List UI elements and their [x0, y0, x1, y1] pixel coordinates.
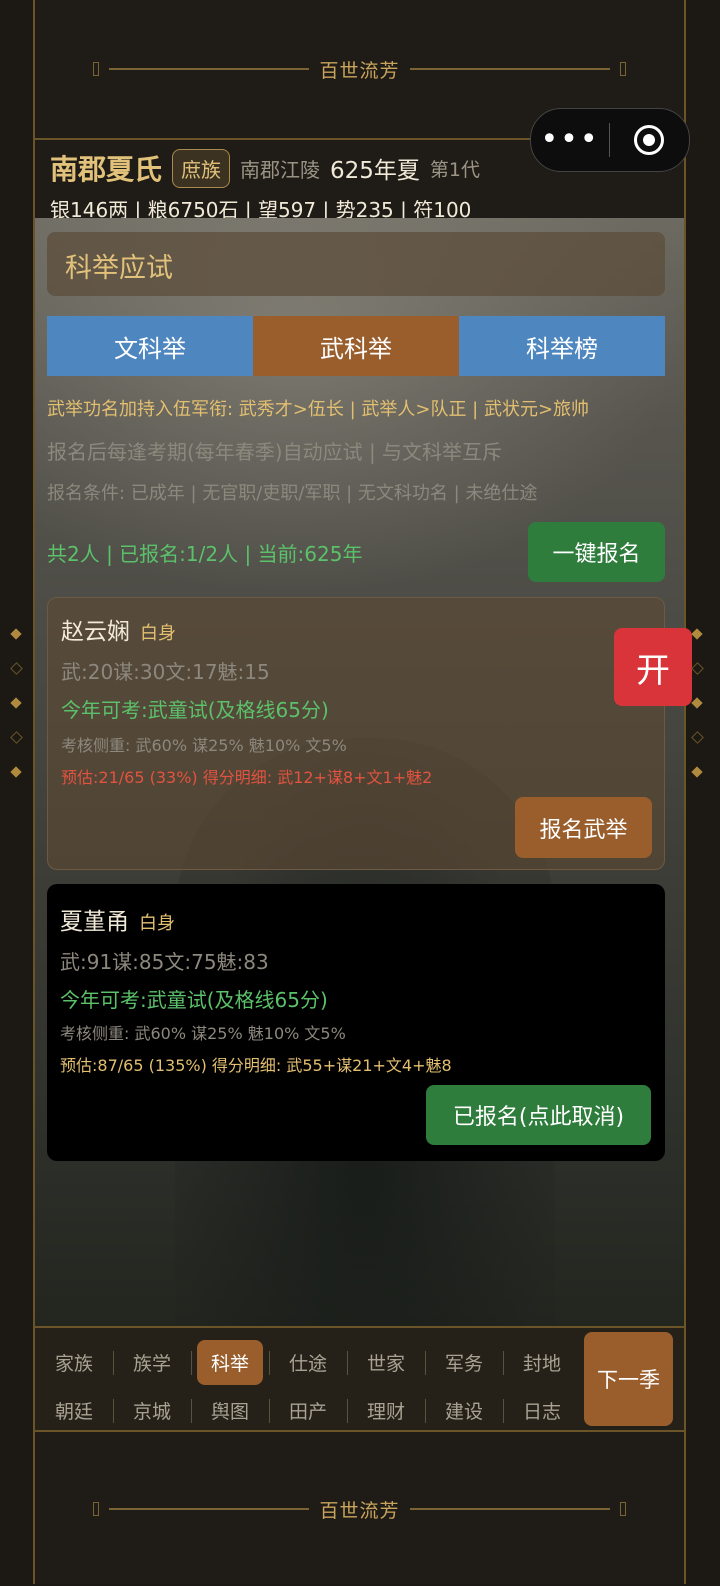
target-icon [634, 125, 664, 155]
nav-noble-houses[interactable]: 世家 [347, 1340, 425, 1384]
family-name: 南郡夏氏 [50, 153, 163, 186]
page-title-box: 科举应试 [47, 232, 665, 296]
candidate-status: 白身 [139, 913, 175, 934]
nav-court[interactable]: 朝廷 [35, 1388, 113, 1432]
miniprogram-capsule: ••• [530, 108, 690, 172]
enrollment-summary: 共2人 | 已报名:1/2人 | 当前:625年 [47, 542, 363, 566]
candidate-exam: 今年可考:武童试(及格线65分) [61, 698, 329, 722]
rank-bonus-info: 武举功名加持入伍军衔: 武秀才>伍长 | 武举人>队正 | 武状元>旅帅 [47, 399, 590, 420]
banner-ornament-right [409, 1502, 626, 1516]
close-target-button[interactable] [610, 125, 688, 155]
exam-tabs: 文科举 武科举 科举榜 [47, 316, 665, 376]
candidate-weights: 考核侧重: 武60% 谋25% 魅10% 文5% [60, 1024, 346, 1043]
candidate-exam: 今年可考:武童试(及格线65分) [60, 988, 328, 1012]
candidate-estimate: 预估:21/65 (33%) 得分明细: 武12+谋8+文1+魅2 [61, 768, 433, 787]
nav-clan-school[interactable]: 族学 [113, 1340, 191, 1384]
nav-map[interactable]: 舆图 [191, 1388, 269, 1432]
exam-schedule-info: 报名后每逢考期(每年春季)自动应试 | 与文科举互斥 [47, 440, 503, 464]
nav-imperial-exam[interactable]: 科举 [191, 1339, 269, 1385]
bottom-banner: 百世流芳 [35, 1430, 684, 1586]
generation: 第1代 [429, 158, 481, 181]
candidate-attributes: 武:20谋:30文:17魅:15 [61, 660, 270, 684]
tab-civil-exam[interactable]: 文科举 [47, 316, 253, 376]
current-year: 625年夏 [330, 158, 420, 184]
candidate-card: 赵云娴 白身 武:20谋:30文:17魅:15 今年可考:武童试(及格线65分) … [47, 597, 665, 870]
nav-career[interactable]: 仕途 [269, 1340, 347, 1384]
cancel-enrollment-button[interactable]: 已报名(点此取消) [426, 1085, 651, 1145]
location: 南郡江陵 [240, 157, 321, 182]
nav-log[interactable]: 日志 [503, 1388, 581, 1432]
candidate-status: 白身 [140, 623, 176, 644]
side-ornament-right [687, 628, 707, 802]
nav-finance[interactable]: 理财 [347, 1388, 425, 1432]
candidate-card: 夏堇甬 白身 武:91谋:85文:75魅:83 今年可考:武童试(及格线65分) … [47, 884, 665, 1161]
banner-ornament-left [93, 62, 310, 76]
status-bar: 南郡夏氏 庶族 南郡江陵 625年夏 第1代 银146两 | 粮6750石 | … [50, 146, 530, 223]
bottom-navigation: 家族 族学 科举 仕途 世家 军务 封地 朝廷 京城 舆图 田产 理财 建设 日… [35, 1326, 684, 1432]
banner-ornament-right [409, 62, 626, 76]
banner-title: 百世流芳 [319, 1499, 400, 1522]
nav-military[interactable]: 军务 [425, 1340, 503, 1384]
candidate-name: 赵云娴 [61, 619, 130, 645]
candidate-estimate: 预估:87/65 (135%) 得分明细: 武55+谋21+文4+魅8 [60, 1056, 452, 1075]
nav-estates[interactable]: 田产 [269, 1388, 347, 1432]
candidate-attributes: 武:91谋:85文:75魅:83 [60, 950, 269, 974]
open-button[interactable]: 开 [614, 628, 692, 706]
eligibility-info: 报名条件: 已成年 | 无官职/吏职/军职 | 无文科功名 | 未绝仕途 [47, 483, 538, 504]
more-dots-icon[interactable]: ••• [531, 109, 609, 171]
nav-imperial-exam-label: 科举 [196, 1339, 263, 1385]
nav-capital[interactable]: 京城 [113, 1388, 191, 1432]
page-title: 科举应试 [65, 253, 173, 284]
nav-family[interactable]: 家族 [35, 1340, 113, 1384]
banner-title: 百世流芳 [319, 59, 400, 82]
nav-fief[interactable]: 封地 [503, 1340, 581, 1384]
banner-ornament-left [93, 1502, 310, 1516]
tab-military-exam[interactable]: 武科举 [253, 316, 459, 376]
nav-construction[interactable]: 建设 [425, 1388, 503, 1432]
candidate-name: 夏堇甬 [60, 909, 129, 935]
enroll-military-exam-button[interactable]: 报名武举 [515, 797, 652, 858]
tab-exam-ranking[interactable]: 科举榜 [459, 316, 665, 376]
side-ornament-left [6, 628, 26, 802]
rank-badge: 庶族 [172, 148, 231, 188]
next-season-button[interactable]: 下一季 [584, 1332, 673, 1426]
one-click-enroll-button[interactable]: 一键报名 [528, 522, 665, 582]
candidate-weights: 考核侧重: 武60% 谋25% 魅10% 文5% [61, 736, 347, 755]
